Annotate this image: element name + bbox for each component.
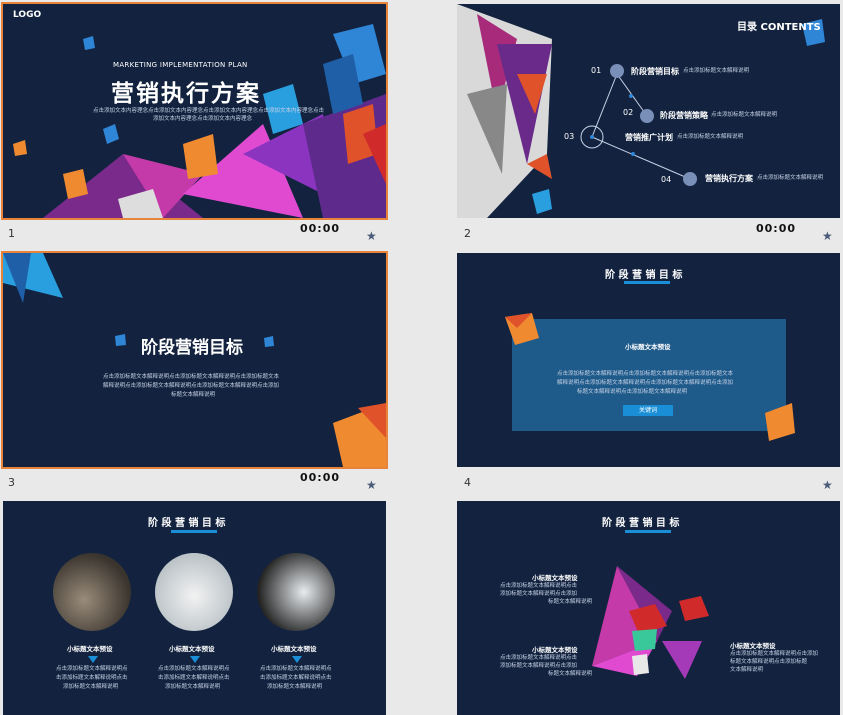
slide-1-time: 00:00 (300, 222, 341, 235)
slide-1-number: 1 (8, 227, 15, 240)
item-03-num: 03 (564, 132, 575, 141)
item-04-num: 04 (661, 175, 672, 184)
slide-2-time: 00:00 (756, 222, 797, 235)
slide-6-polygon-art (592, 530, 709, 679)
slide-desc-line-2: 添加文本内容理念点击添加文本内容理念 (153, 116, 253, 122)
slide-2-polygon-art (457, 4, 825, 218)
item-04-label: 营销执行方案 (705, 174, 753, 183)
block-2-title: 小标题文本预设 (532, 646, 578, 654)
slide-4-thumbnail[interactable]: 阶 段 营 销 目 标 小标题文本预设 点击添加标题文本解释说明点击添加标题文本… (457, 253, 840, 467)
slide-4-number: 4 (464, 476, 471, 489)
star-icon[interactable]: ★ (822, 229, 833, 243)
slide-3-thumbnail[interactable]: 阶段营销目标 点击添加标题文本解释说明点击添加标题文本解释说明点击添加标题文本 … (1, 251, 388, 469)
col-3-desc-2: 击添加标题文本解释说明点击 (260, 675, 332, 681)
box-desc-2: 解释说明点击添加标题文本解释说明点击添加标题文本解释说明点击添加 (557, 380, 734, 386)
col-1-desc-1: 点击添加标题文本解释说明点 (56, 666, 128, 672)
col-2-title: 小标题文本预设 (169, 645, 215, 653)
block-3-desc-1: 点击添加标题文本解释说明点击添加 (730, 651, 819, 657)
slide-3-number: 3 (8, 476, 15, 489)
slide-3-polygon-art (3, 253, 386, 467)
item-02-num: 02 (623, 108, 634, 117)
slide-5-thumbnail[interactable]: 阶 段 营 销 目 标 小标题文本预设 点击添加标题文本解释说明点 击添加标题文… (3, 501, 386, 715)
photo-phone-earbuds (257, 553, 335, 631)
item-01-label: 阶段营销目标 (631, 67, 679, 76)
slide-4-polygon-art (505, 281, 795, 441)
block-1-desc-1: 点击添加标题文本解释说明点击 (500, 583, 578, 589)
item-02-desc: 点击添加标题文本解释说明 (711, 112, 778, 118)
block-2-desc-2: 添加标题文本解释说明点击添加 (500, 663, 578, 669)
slide-desc-line-1: 点击添加文本内容理念点击添加文本内容理念点击添加文本内容理念点击添加文本内容理念… (93, 108, 325, 114)
item-02-label: 阶段营销策略 (660, 111, 708, 120)
block-2-desc-3: 标题文本解释说明 (548, 671, 593, 677)
slide-2-thumbnail[interactable]: 目录 CONTENTS 01 阶段营销目标 点击添加标题文本解释说明 02 阶段… (457, 4, 840, 218)
col-2-desc-2: 击添加标题文本解释说明点击 (158, 675, 230, 681)
item-01-desc: 点击添加标题文本解释说明 (683, 68, 750, 74)
slide-subtitle: MARKETING IMPLEMENTATION PLAN (113, 61, 248, 69)
slide-4-heading: 阶 段 营 销 目 标 (605, 270, 683, 281)
block-1-title: 小标题文本预设 (532, 574, 578, 582)
photo-office-desk (155, 553, 233, 631)
block-1-desc-3: 标题文本解释说明 (548, 599, 593, 605)
photo-water-bottles (53, 553, 131, 631)
block-2-desc-1: 点击添加标题文本解释说明点击 (500, 655, 578, 661)
star-icon[interactable]: ★ (822, 478, 833, 492)
star-icon[interactable]: ★ (366, 229, 377, 243)
slide-5-heading: 阶 段 营 销 目 标 (148, 518, 226, 529)
col-3-desc-3: 添加标题文本解释说明 (267, 684, 323, 690)
slide-6-heading: 阶 段 营 销 目 标 (602, 518, 680, 529)
block-3-desc-3: 文本解释说明 (730, 667, 764, 673)
slide-3-desc-2: 解释说明点击添加标题文本解释说明点击添加标题文本解释说明点击添加 (103, 383, 280, 389)
slide-2-number: 2 (464, 227, 471, 240)
item-03-label: 营销推广计划 (625, 133, 673, 142)
slide-3-desc-1: 点击添加标题文本解释说明点击添加标题文本解释说明点击添加标题文本 (103, 374, 280, 380)
box-desc-1: 点击添加标题文本解释说明点击添加标题文本解释说明点击添加标题文本 (557, 371, 734, 377)
block-1-desc-2: 添加标题文本解释说明点击添加 (500, 591, 578, 597)
logo-text: LOGO (13, 10, 42, 20)
col-3-desc-1: 点击添加标题文本解释说明点 (260, 666, 332, 672)
item-03-desc: 点击添加标题文本解释说明 (677, 134, 744, 140)
col-1-desc-3: 添加标题文本解释说明 (63, 684, 119, 690)
star-icon[interactable]: ★ (366, 478, 377, 492)
slide-3-time: 00:00 (300, 471, 341, 484)
slide-3-desc-3: 标题文本解释说明 (171, 392, 216, 398)
col-1-desc-2: 击添加标题文本解释说明点击 (56, 675, 128, 681)
box-desc-3: 标题文本解释说明点击添加标题文本解释说明 (577, 389, 688, 395)
item-01-num: 01 (591, 66, 602, 75)
slide-3-title: 阶段营销目标 (141, 338, 243, 358)
col-1-title: 小标题文本预设 (67, 645, 113, 653)
keyword-button[interactable]: 关键词 (623, 405, 673, 416)
slide-6-thumbnail[interactable]: 阶 段 营 销 目 标 小标题文本预设 点击添加标题文本解释说明点击 添加标题文… (457, 501, 840, 715)
contents-heading: 目录 CONTENTS (737, 22, 821, 33)
box-title: 小标题文本预设 (625, 343, 671, 351)
block-3-title: 小标题文本预设 (730, 642, 776, 650)
slide-title: 营销执行方案 (111, 81, 261, 107)
col-2-desc-3: 添加标题文本解释说明 (165, 684, 221, 690)
block-3-desc-2: 标题文本解释说明点击添加标题 (730, 659, 808, 665)
item-04-desc: 点击添加标题文本解释说明 (757, 175, 824, 181)
col-3-title: 小标题文本预设 (271, 645, 317, 653)
col-2-desc-1: 点击添加标题文本解释说明点 (158, 666, 230, 672)
slide-1-thumbnail[interactable]: LOGO MARKETING IMPLEMENTATION PLAN 营销执行方… (1, 2, 388, 220)
